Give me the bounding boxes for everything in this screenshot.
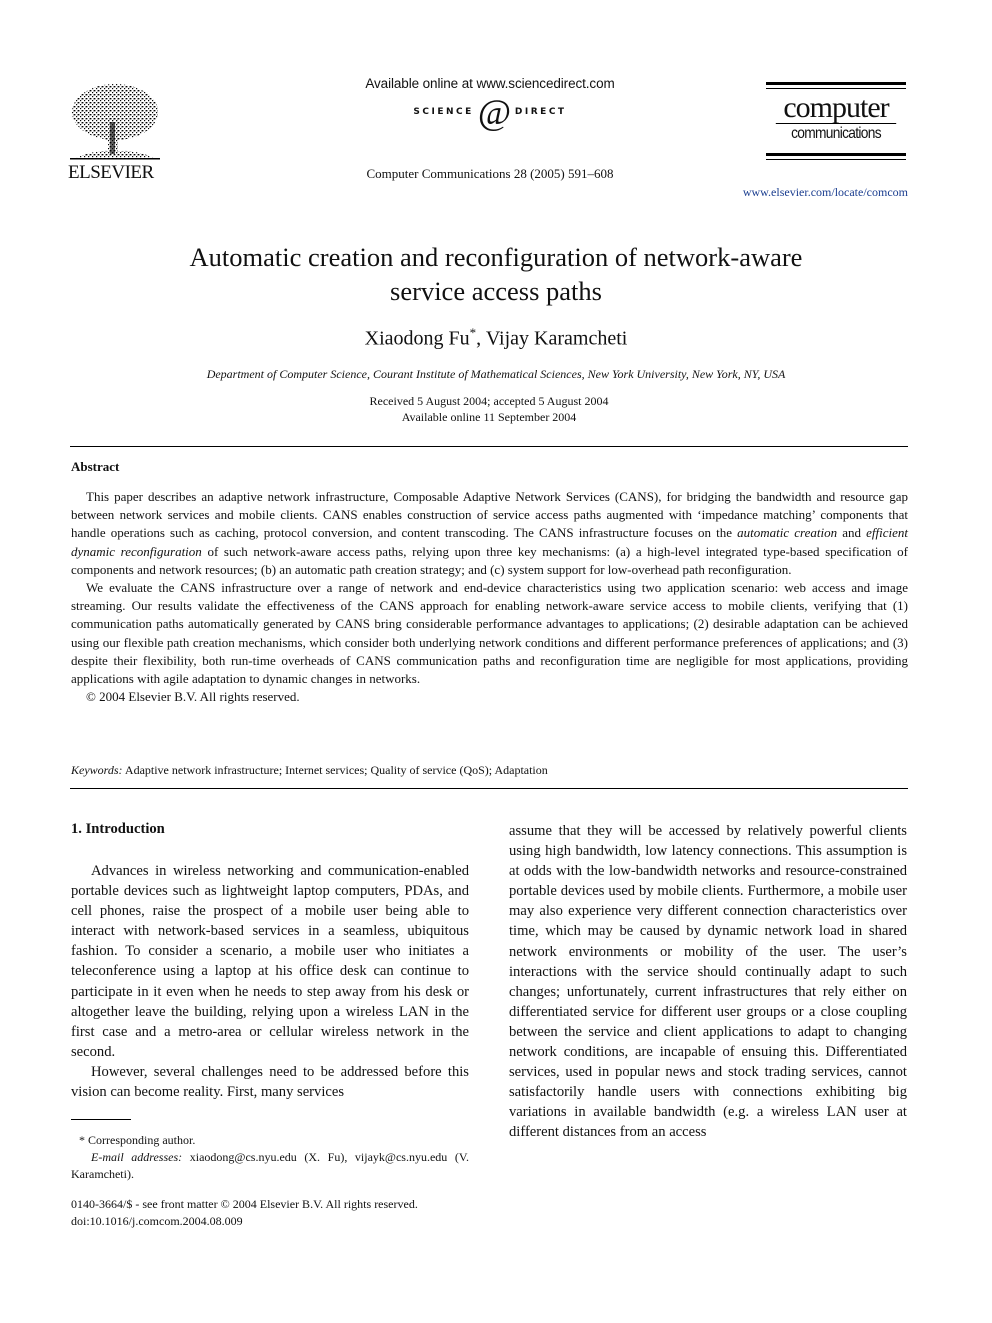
body-paragraph: Advances in wireless networking and comm…	[71, 863, 469, 1060]
left-column: Advances in wireless networking and comm…	[71, 861, 469, 1102]
elsevier-logo: ELSEVIER	[68, 82, 163, 183]
body-paragraph: assume that they will be accessed by rel…	[509, 823, 907, 1141]
affiliation: Department of Computer Science, Courant …	[206, 367, 786, 381]
sd-at-icon: @	[477, 92, 511, 132]
issn-line: 0140-3664/$ - see front matter © 2004 El…	[71, 1197, 418, 1211]
logo-rule	[766, 153, 906, 156]
abstract-paragraph-2: We evaluate the CANS infrastructure over…	[71, 580, 908, 687]
journal-url-link[interactable]: www.elsevier.com/locate/comcom	[700, 185, 908, 200]
publisher-name: ELSEVIER	[68, 162, 154, 183]
sciencedirect-block: Available online at www.sciencedirect.co…	[330, 76, 650, 132]
email-note: E-mail addresses: xiaodong@cs.nyu.edu (X…	[71, 1149, 469, 1183]
author-2: Vijay Karamcheti	[485, 327, 628, 350]
journal-logo-line2: communications	[775, 123, 897, 143]
keywords: Keywords: Adaptive network infrastructur…	[71, 763, 908, 778]
title-line-1: Automatic creation and reconfiguration o…	[189, 242, 803, 272]
divider-rule	[70, 446, 908, 447]
author-list: Xiaodong Fu*, Vijay Karamcheti	[60, 325, 932, 351]
keywords-text: Adaptive network infrastructure; Interne…	[122, 763, 548, 777]
abstract-heading: Abstract	[71, 459, 120, 474]
available-date: Available online 11 September 2004	[401, 410, 577, 424]
section-heading: 1. Introduction	[71, 821, 165, 837]
journal-logo: computer communications	[766, 82, 906, 160]
footnotes: * Corresponding author. E-mail addresses…	[71, 1132, 469, 1183]
journal-logo-line1: computer	[783, 91, 889, 124]
received-date: Received 5 August 2004; accepted 5 Augus…	[369, 394, 609, 408]
available-online-text[interactable]: Available online at www.sciencedirect.co…	[330, 76, 650, 91]
email-label: E-mail addresses:	[91, 1150, 183, 1164]
title-line-2: service access paths	[390, 276, 602, 306]
abstract-paragraph-1: This paper describes an adaptive network…	[71, 488, 908, 579]
author-separator: ,	[476, 327, 486, 350]
doi-link[interactable]: doi:10.1016/j.comcom.2004.08.009	[71, 1213, 491, 1230]
divider-rule	[70, 788, 908, 789]
sciencedirect-logo: SCIENCE @ DIRECT	[330, 92, 650, 132]
logo-rule	[766, 88, 906, 89]
right-column: assume that they will be accessed by rel…	[509, 821, 907, 1143]
elsevier-tree-icon	[70, 84, 160, 160]
front-matter: 0140-3664/$ - see front matter © 2004 El…	[71, 1196, 491, 1230]
author-1: Xiaodong Fu	[364, 327, 470, 350]
copyright-notice: © 2004 Elsevier B.V. All rights reserved…	[86, 689, 300, 705]
footnote-rule	[71, 1119, 131, 1120]
sd-logo-direct: DIRECT	[514, 107, 567, 117]
abstract-emphasis: automatic creation	[737, 525, 838, 541]
corresponding-author-note: * Corresponding author.	[79, 1133, 196, 1147]
keywords-label: Keywords:	[71, 763, 123, 777]
abstract-body: This paper describes an adaptive network…	[71, 488, 908, 706]
logo-rule	[766, 159, 906, 160]
paper-title: Automatic creation and reconfiguration o…	[60, 240, 932, 308]
abstract-text: and	[837, 525, 867, 541]
body-paragraph: However, several challenges need to be a…	[71, 1063, 469, 1101]
sd-logo-science: SCIENCE	[413, 107, 474, 117]
logo-rule	[766, 82, 906, 85]
article-dates: Received 5 August 2004; accepted 5 Augus…	[60, 393, 918, 425]
journal-citation: Computer Communications 28 (2005) 591–60…	[366, 166, 614, 181]
